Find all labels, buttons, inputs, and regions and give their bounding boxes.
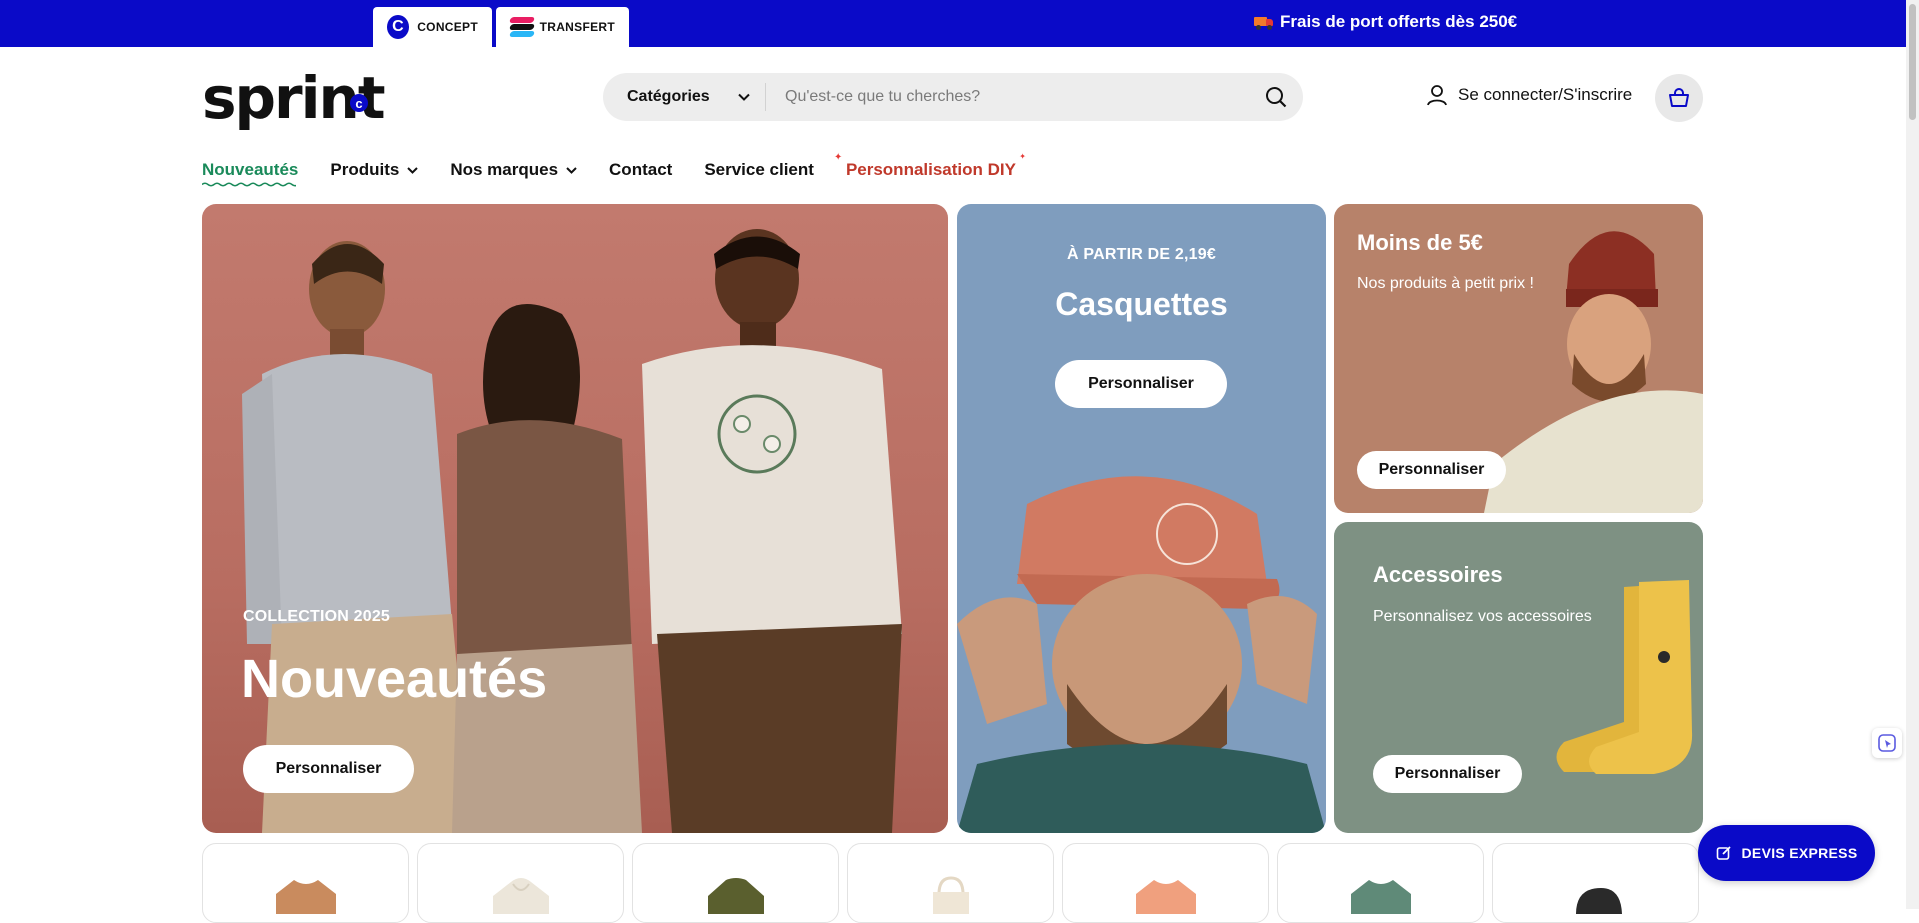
search-bar: Catégories bbox=[603, 73, 1303, 121]
cursor-icon bbox=[1878, 734, 1896, 752]
product-card[interactable] bbox=[1062, 843, 1269, 923]
personnaliser-button[interactable]: Personnaliser bbox=[1373, 755, 1522, 793]
hero-card-nouveautes[interactable]: COLLECTION 2025 Nouveautés Personnaliser bbox=[202, 204, 948, 833]
product-card[interactable] bbox=[417, 843, 624, 923]
category-select[interactable]: Catégories bbox=[603, 83, 766, 111]
hero-title: Casquettes bbox=[1055, 286, 1228, 322]
jacket-icon bbox=[707, 878, 764, 914]
hero-kicker: COLLECTION 2025 bbox=[243, 608, 391, 625]
tab-transfert-label: TRANSFERT bbox=[539, 20, 615, 34]
nav-item-personnalisation-diy[interactable]: ✦ Personnalisation DIY ✦ bbox=[834, 152, 1026, 180]
cart-button[interactable] bbox=[1655, 74, 1703, 122]
hoodie-icon bbox=[492, 878, 549, 914]
hero-subtitle: Personnalisez vos accessoires bbox=[1373, 608, 1592, 625]
hero-card-accessoires[interactable]: Accessoires Personnalisez vos accessoire… bbox=[1334, 522, 1703, 833]
devis-express-button[interactable]: DEVIS EXPRESS bbox=[1698, 825, 1875, 881]
product-card[interactable] bbox=[1277, 843, 1484, 923]
tshirt-icon bbox=[1350, 880, 1411, 914]
cap-icon bbox=[1575, 888, 1622, 914]
accessibility-widget[interactable] bbox=[1872, 728, 1902, 758]
models-photo bbox=[242, 229, 902, 833]
chevron-down-icon bbox=[407, 166, 419, 174]
edit-icon bbox=[1716, 846, 1731, 860]
concept-logo-icon: C bbox=[387, 15, 410, 39]
search-button[interactable] bbox=[1249, 73, 1303, 121]
truck-icon bbox=[1254, 15, 1274, 30]
shipping-promo-text: Frais de port offerts dès 250€ bbox=[1280, 12, 1518, 31]
tote-bag-icon bbox=[932, 876, 969, 914]
login-label: Se connecter/S'inscrire bbox=[1458, 85, 1633, 104]
top-bar: C CONCEPT TRANSFERT Frais de port offert… bbox=[0, 0, 1906, 47]
product-card[interactable] bbox=[847, 843, 1054, 923]
chevron-down-icon bbox=[737, 93, 750, 101]
nav-item-nos-marques[interactable]: Nos marques bbox=[450, 160, 577, 180]
nav-item-produits[interactable]: Produits bbox=[330, 160, 419, 180]
scrollbar-thumb[interactable] bbox=[1909, 4, 1916, 120]
hero-title: Moins de 5€ bbox=[1357, 230, 1483, 255]
devis-express-label: DEVIS EXPRESS bbox=[1741, 845, 1858, 861]
nav-item-nouveautes[interactable]: Nouveautés bbox=[202, 160, 299, 187]
login-link[interactable]: Se connecter/S'inscrire bbox=[1426, 84, 1632, 106]
transfert-logo-icon bbox=[508, 17, 536, 37]
hero-subtitle: Nos produits à petit prix ! bbox=[1357, 275, 1534, 292]
personnaliser-button[interactable]: Personnaliser bbox=[243, 745, 414, 793]
tshirt-icon bbox=[1135, 880, 1196, 914]
search-icon bbox=[1266, 87, 1287, 108]
hero-kicker: À PARTIR DE 2,19€ bbox=[1067, 246, 1216, 263]
category-select-label: Catégories bbox=[627, 88, 710, 105]
chevron-down-icon bbox=[566, 166, 577, 174]
tab-concept-label: CONCEPT bbox=[417, 20, 478, 34]
nav-item-service-client[interactable]: Service client bbox=[704, 160, 814, 180]
nav-item-label: Nos marques bbox=[450, 160, 559, 179]
nav-item-label: Personnalisation DIY bbox=[845, 160, 1016, 179]
sparkle-icon: ✦ bbox=[1019, 152, 1026, 161]
hero-card-moins-de-5[interactable]: Moins de 5€ Nos produits à petit prix ! … bbox=[1334, 204, 1703, 513]
active-underline bbox=[202, 182, 296, 187]
main-nav: Nouveautés Produits Nos marques Contact … bbox=[202, 152, 1048, 187]
nav-item-label: Produits bbox=[330, 160, 400, 179]
shipping-promo: Frais de port offerts dès 250€ bbox=[1254, 12, 1517, 32]
nav-item-label: Contact bbox=[609, 160, 673, 179]
search-input[interactable] bbox=[766, 88, 1249, 106]
nav-item-contact[interactable]: Contact bbox=[609, 160, 672, 180]
tab-concept[interactable]: C CONCEPT bbox=[373, 7, 492, 47]
hero-title: Nouveautés bbox=[241, 649, 548, 709]
tab-transfert[interactable]: TRANSFERT bbox=[496, 7, 629, 47]
user-icon bbox=[1427, 85, 1447, 106]
logo-badge: c bbox=[350, 94, 368, 112]
hero-title: Accessoires bbox=[1373, 562, 1503, 587]
shopping-bag-icon bbox=[1669, 88, 1689, 107]
hero-card-casquettes[interactable]: À PARTIR DE 2,19€ Casquettes Personnalis… bbox=[957, 204, 1326, 833]
nav-item-label: Nouveautés bbox=[202, 160, 299, 179]
nav-item-label: Service client bbox=[704, 160, 814, 179]
product-category-row bbox=[202, 843, 1699, 923]
page-scrollbar[interactable] bbox=[1906, 0, 1919, 909]
product-card[interactable] bbox=[202, 843, 409, 923]
product-card[interactable] bbox=[632, 843, 839, 923]
tshirt-icon bbox=[275, 880, 336, 914]
product-card[interactable] bbox=[1492, 843, 1699, 923]
personnaliser-button[interactable]: Personnaliser bbox=[1055, 360, 1227, 408]
personnaliser-button[interactable]: Personnaliser bbox=[1357, 451, 1506, 489]
sparkle-icon: ✦ bbox=[833, 152, 843, 163]
